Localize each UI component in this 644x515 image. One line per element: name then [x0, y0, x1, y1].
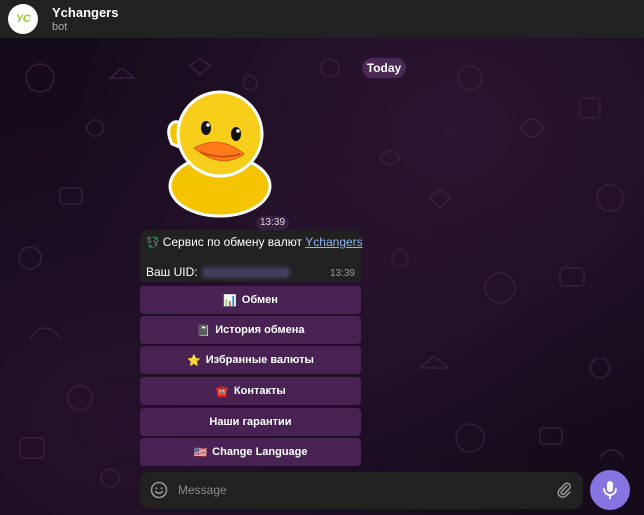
duck-sticker-icon[interactable] [142, 84, 276, 220]
ychangers-link[interactable]: Ychangers [305, 235, 362, 249]
keyboard-button-exchange[interactable]: 📊 Обмен [140, 286, 361, 314]
message-composer [140, 472, 583, 509]
message-text: Сервис по обмену валют [162, 235, 302, 249]
voice-record-button[interactable] [590, 470, 630, 510]
notebook-icon: 📓 [196, 324, 211, 337]
keyboard-button-label: Обмен [241, 294, 278, 306]
chat-title-block[interactable]: Ychangers bot [52, 5, 118, 34]
keyboard-button-history[interactable]: 📓 История обмена [140, 316, 361, 344]
keyboard-button-guarantees[interactable]: Наши гарантии [140, 408, 361, 436]
message-line-uid: Ваш UID: [146, 265, 290, 279]
avatar-logo-text: YC [15, 13, 31, 25]
star-icon: ⭐ [187, 354, 201, 367]
message-bubble: 💱 Сервис по обмену валют Ychangers Ваш UI… [140, 230, 363, 282]
chat-subtitle: bot [52, 20, 68, 33]
keyboard-button-contacts[interactable]: ☎️ Контакты [140, 377, 361, 405]
keyboard-button-favorites[interactable]: ⭐ Избранные валюты [140, 346, 361, 374]
uid-value-blurred [201, 267, 290, 279]
emoji-icon[interactable] [150, 481, 168, 499]
message-line-service: 💱 Сервис по обмену валют Ychangers [146, 235, 363, 249]
bar-chart-icon: 📊 [223, 294, 237, 307]
chat-title: Ychangers [52, 4, 119, 20]
keyboard-button-label: Change Language [212, 446, 308, 458]
paperclip-icon[interactable] [555, 481, 573, 499]
keyboard-button-change-language[interactable]: 🇺🇸 Change Language [140, 438, 361, 466]
message-input[interactable] [178, 480, 538, 500]
us-flag-icon: 🇺🇸 [193, 446, 208, 459]
keyboard-button-label: Контакты [233, 385, 286, 397]
microphone-icon [603, 481, 617, 500]
keyboard-button-label: Избранные валюты [205, 354, 314, 366]
sticker-timestamp: 13:39 [256, 216, 290, 230]
uid-label: Ваш UID: [146, 265, 198, 279]
telephone-icon: ☎️ [215, 385, 229, 398]
currency-exchange-icon: 💱 [146, 237, 160, 249]
keyboard-button-label: Наши гарантии [209, 416, 292, 428]
bot-avatar[interactable]: YC [8, 4, 38, 34]
message-timestamp: 13:39 [329, 268, 355, 279]
keyboard-button-label: История обмена [215, 324, 305, 336]
chat-header: YC Ychangers bot [0, 0, 644, 38]
date-separator: Today [362, 58, 406, 78]
